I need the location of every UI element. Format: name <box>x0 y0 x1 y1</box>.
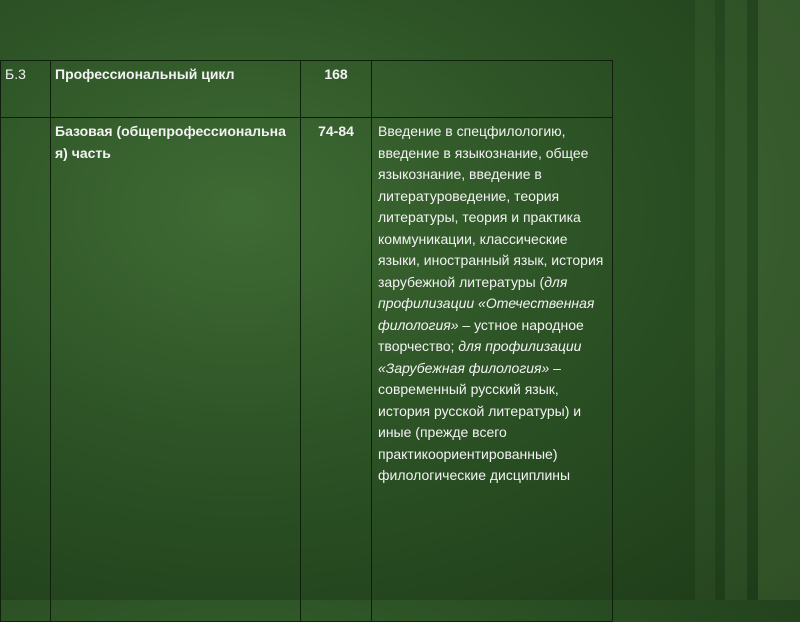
description-cell <box>371 60 613 118</box>
decorative-band <box>758 0 800 600</box>
cycle-name-cell: Профессиональный цикл <box>50 60 301 118</box>
description-text: – современный русский язык, история русс… <box>378 359 582 484</box>
decorative-band <box>695 0 715 600</box>
cycle-code-cell: Б.3 <box>0 60 51 118</box>
decorative-band <box>725 0 747 600</box>
credits-cell: 74-84 <box>300 117 372 622</box>
cycle-name-cell: Базовая (общепрофессиональная) часть <box>50 117 301 622</box>
cycle-code-cell <box>0 117 51 622</box>
table-row: Базовая (общепрофессиональная) часть 74-… <box>0 117 613 622</box>
curriculum-table: Б.3 Профессиональный цикл 168 Базовая (о… <box>0 60 613 622</box>
description-cell: Введение в спецфилологию, введение в язы… <box>371 117 613 622</box>
table-row: Б.3 Профессиональный цикл 168 <box>0 60 613 118</box>
description-text: Введение в спецфилологию, введение в язы… <box>378 123 604 290</box>
credits-cell: 168 <box>300 60 372 118</box>
